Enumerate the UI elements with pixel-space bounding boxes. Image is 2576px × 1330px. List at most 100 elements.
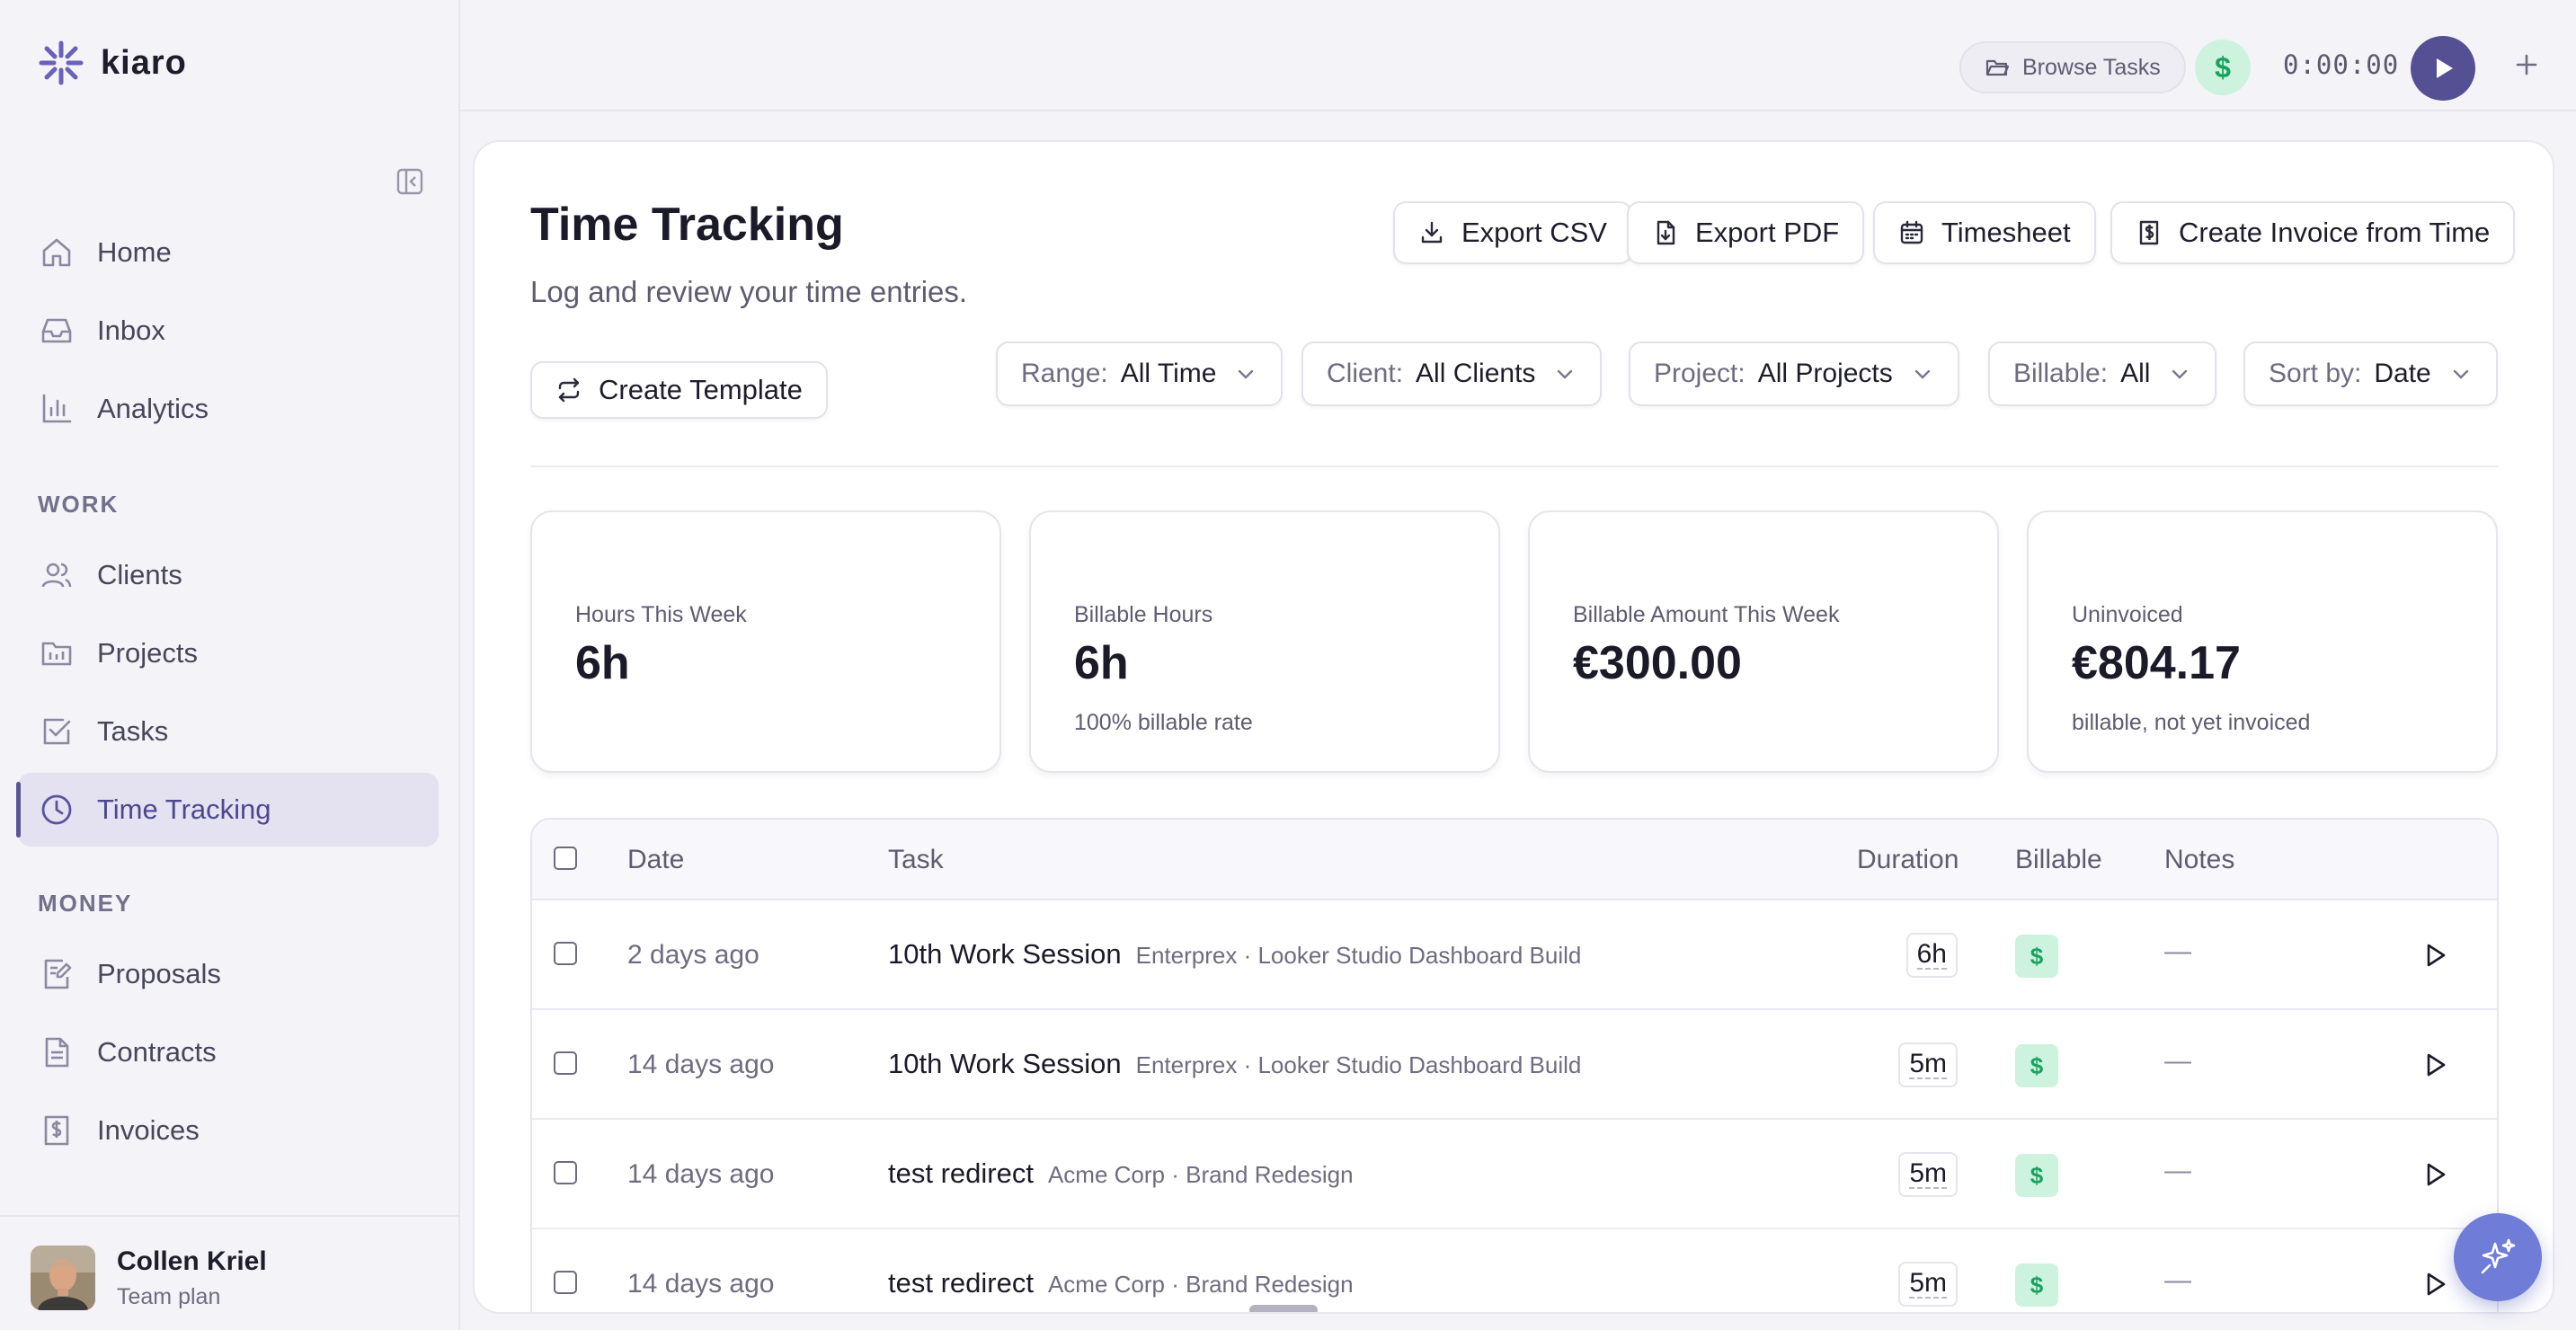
export-pdf-button[interactable]: Export PDF [1627, 201, 1865, 264]
create-invoice-button[interactable]: Create Invoice from Time [2110, 201, 2516, 264]
column-header-duration[interactable]: Duration [1857, 845, 1959, 875]
duration-field[interactable]: 5m [1898, 1042, 1958, 1087]
chevron-down-icon [1234, 362, 1257, 386]
sidebar-item-clients[interactable]: Clients [18, 538, 439, 612]
logo[interactable]: kiaro [38, 40, 187, 86]
sidebar-item-projects[interactable]: Projects [18, 616, 439, 690]
sidebar: kiaro Home Inbox Analytics WORK Clients [0, 0, 460, 1330]
download-icon [1418, 219, 1445, 246]
checkbox-icon [40, 714, 74, 749]
entry-task[interactable]: test redirect Acme Corp · Brand Redesign [888, 1267, 1354, 1299]
play-icon[interactable] [2420, 1050, 2450, 1080]
sidebar-item-label: Clients [97, 559, 182, 590]
duration-field[interactable]: 5m [1898, 1262, 1958, 1307]
timesheet-label: Timesheet [1941, 217, 2071, 248]
ai-assistant-button[interactable] [2454, 1213, 2542, 1301]
stat-sub: 100% billable rate [1074, 710, 1253, 735]
sidebar-item-tasks[interactable]: Tasks [18, 695, 439, 768]
task-name: test redirect [888, 1267, 1034, 1299]
repeat-icon [555, 377, 582, 403]
sort-filter[interactable]: Sort by: Date [2243, 341, 2498, 406]
column-header-billable[interactable]: Billable [2015, 845, 2102, 875]
page-title: Time Tracking [530, 199, 844, 251]
chevron-down-icon [2168, 362, 2191, 386]
sidebar-item-invoices[interactable]: Invoices [18, 1094, 439, 1167]
filter-label: Billable: [2013, 359, 2109, 388]
sidebar-item-label: Time Tracking [97, 794, 271, 825]
row-checkbox[interactable] [554, 1271, 577, 1294]
play-icon[interactable] [2420, 1269, 2450, 1299]
billable-badge[interactable]: $ [2015, 1044, 2058, 1087]
topbar-divider [460, 110, 2576, 111]
billable-badge[interactable]: $ [2015, 1154, 2058, 1197]
stat-label: Hours This Week [575, 602, 747, 627]
column-header-task[interactable]: Task [888, 845, 944, 875]
page-subtitle: Log and review your time entries. [530, 275, 968, 308]
task-meta: Acme Corp · Brand Redesign [1047, 1271, 1354, 1298]
export-csv-button[interactable]: Export CSV [1393, 201, 1632, 264]
notes-value[interactable]: — [2164, 1046, 2191, 1077]
folder-icon [40, 636, 74, 670]
clock-icon [40, 793, 74, 827]
user-profile[interactable]: Collen Kriel Team plan [31, 1246, 267, 1310]
document-icon [40, 1035, 74, 1069]
billable-badge[interactable]: $ [2015, 1264, 2058, 1307]
sidebar-item-label: Tasks [97, 715, 169, 747]
range-filter[interactable]: Range: All Time [996, 341, 1284, 406]
billable-filter[interactable]: Billable: All [1988, 341, 2217, 406]
row-checkbox[interactable] [554, 1161, 577, 1184]
divider [530, 466, 2499, 467]
table-row[interactable]: 2 days ago 10th Work Session Enterprex ·… [532, 900, 2497, 1010]
divider [0, 1215, 460, 1217]
app-name: kiaro [101, 43, 187, 82]
sidebar-item-analytics[interactable]: Analytics [18, 372, 439, 446]
play-icon[interactable] [2420, 1159, 2450, 1190]
sidebar-item-time-tracking[interactable]: Time Tracking [16, 773, 439, 847]
entry-task[interactable]: 10th Work Session Enterprex · Looker Stu… [888, 938, 1581, 971]
filter-value: Date [2374, 359, 2431, 388]
sidebar-item-label: Invoices [97, 1114, 200, 1146]
inbox-icon [40, 314, 74, 348]
entry-task[interactable]: test redirect Acme Corp · Brand Redesign [888, 1157, 1354, 1190]
add-icon[interactable] [2510, 49, 2543, 81]
filter-label: Range: [1021, 359, 1108, 388]
stat-value: 6h [1074, 637, 1129, 689]
select-all-checkbox[interactable] [554, 847, 577, 870]
sidebar-item-home[interactable]: Home [18, 216, 439, 289]
row-checkbox[interactable] [554, 1051, 577, 1075]
billable-badge[interactable]: $ [2015, 935, 2058, 978]
entry-date: 14 days ago [627, 1269, 775, 1299]
create-template-label: Create Template [599, 374, 803, 405]
timesheet-button[interactable]: Timesheet [1873, 201, 2096, 264]
column-header-date[interactable]: Date [627, 845, 684, 875]
notes-value[interactable]: — [2164, 1156, 2191, 1186]
start-timer-button[interactable] [2411, 36, 2475, 101]
stat-label: Billable Hours [1074, 602, 1213, 627]
table-row[interactable]: 14 days ago 10th Work Session Enterprex … [532, 1010, 2497, 1120]
notes-value[interactable]: — [2164, 936, 2191, 967]
sidebar-item-label: Projects [97, 637, 198, 669]
create-template-button[interactable]: Create Template [530, 361, 828, 419]
row-checkbox[interactable] [554, 942, 577, 965]
scroll-handle[interactable] [1249, 1305, 1318, 1312]
stat-card-billable-amount: Billable Amount This Week €300.00 [1528, 510, 1999, 773]
client-filter[interactable]: Client: All Clients [1301, 341, 1603, 406]
duration-field[interactable]: 6h [1905, 933, 1958, 978]
kiaro-logo-icon [38, 40, 84, 86]
table-row[interactable]: 14 days ago test redirect Acme Corp · Br… [532, 1120, 2497, 1229]
sidebar-item-proposals[interactable]: Proposals [18, 937, 439, 1011]
column-header-notes[interactable]: Notes [2164, 845, 2234, 875]
sidebar-item-contracts[interactable]: Contracts [18, 1015, 439, 1089]
table-row[interactable]: 14 days ago test redirect Acme Corp · Br… [532, 1229, 2497, 1312]
sidebar-item-inbox[interactable]: Inbox [18, 294, 439, 368]
invoice-icon [2136, 219, 2163, 246]
duration-field[interactable]: 5m [1898, 1152, 1958, 1197]
notes-value[interactable]: — [2164, 1265, 2191, 1296]
project-filter[interactable]: Project: All Projects [1629, 341, 1959, 406]
billable-toggle[interactable]: $ [2195, 40, 2251, 95]
play-icon[interactable] [2420, 940, 2450, 971]
entry-task[interactable]: 10th Work Session Enterprex · Looker Stu… [888, 1048, 1581, 1080]
sidebar-collapse-icon[interactable] [395, 167, 424, 196]
browse-tasks-button[interactable]: Browse Tasks [1959, 41, 2186, 93]
section-label-money: MONEY [38, 890, 133, 917]
